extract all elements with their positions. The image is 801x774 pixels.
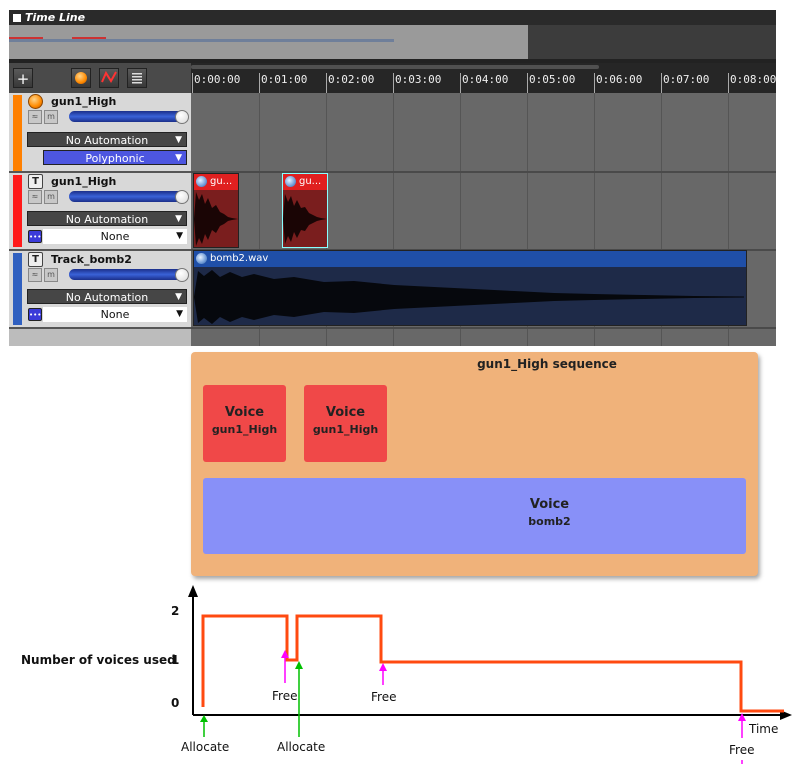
y-axis-arrowhead [188,585,198,597]
allocate-arrowhead [200,715,208,722]
free-annotation: Free [272,689,298,703]
allocate-annotation: Allocate [181,740,230,754]
voice-graph [188,585,792,764]
allocate-arrowhead [295,661,303,669]
free-arrowhead [379,663,387,671]
allocate-annotation: Allocate [277,740,326,754]
graph-x-axis-label: Time [749,722,779,736]
free-annotation: Free [729,743,755,757]
free-annotation: Free [371,690,397,704]
